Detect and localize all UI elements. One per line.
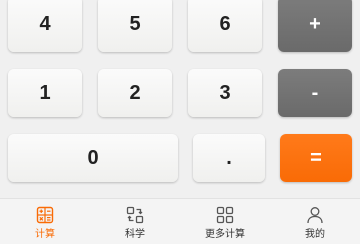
profile-icon [307, 207, 323, 224]
scientific-convert-icon [126, 206, 144, 224]
tab-profile[interactable]: 我的 [270, 199, 360, 244]
digit-2-key[interactable]: 2 [98, 69, 172, 117]
plus-key[interactable]: + [278, 0, 352, 52]
keypad: 4 5 6 + 1 2 3 - 0 . = [0, 0, 360, 198]
decimal-point-key[interactable]: . [193, 134, 265, 182]
bottom-tab-bar: 计算 科学 更多计算 我的 [0, 198, 360, 244]
calculator-icon [36, 206, 54, 224]
equals-key[interactable]: = [280, 134, 352, 182]
digit-6-key[interactable]: 6 [188, 0, 262, 52]
minus-key[interactable]: - [278, 69, 352, 117]
tab-more-calculations[interactable]: 更多计算 [180, 199, 270, 244]
digit-4-key[interactable]: 4 [8, 0, 82, 52]
digit-5-key[interactable]: 5 [98, 0, 172, 52]
tab-profile-label: 我的 [305, 229, 325, 240]
digit-0-key[interactable]: 0 [8, 134, 178, 182]
digit-3-key[interactable]: 3 [188, 69, 262, 117]
grid-apps-icon [216, 206, 234, 224]
digit-1-key[interactable]: 1 [8, 69, 82, 117]
tab-calculate-label: 计算 [35, 229, 55, 240]
tab-more-calculations-label: 更多计算 [205, 229, 245, 240]
tab-scientific[interactable]: 科学 [90, 199, 180, 244]
tab-calculate[interactable]: 计算 [0, 199, 90, 244]
tab-scientific-label: 科学 [125, 229, 145, 240]
